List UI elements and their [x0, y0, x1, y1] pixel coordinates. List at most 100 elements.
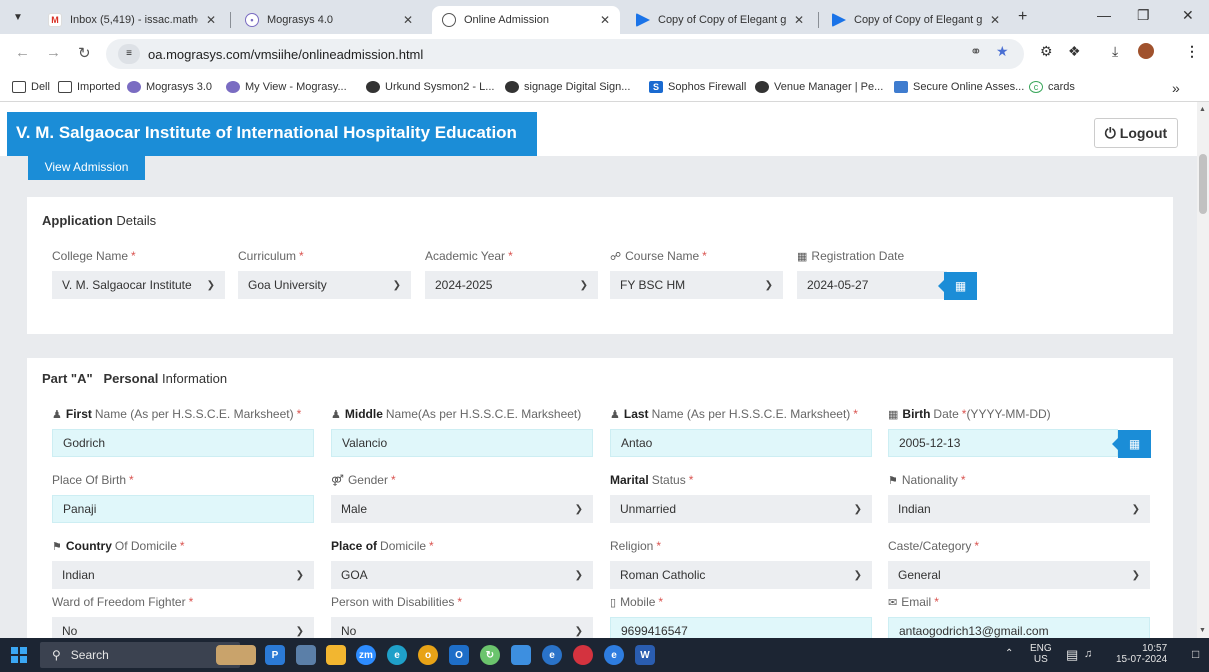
network-icon[interactable]: ▤	[1066, 647, 1078, 663]
zoom-icon[interactable]: zm	[356, 645, 376, 665]
registration-date-input[interactable]: 2024-05-27	[797, 271, 947, 299]
scroll-up-icon[interactable]: ▲	[1199, 106, 1206, 113]
password-key-icon[interactable]: ⚭	[970, 43, 982, 60]
middle-name-input[interactable]: Valancio	[331, 429, 593, 457]
marital-status-select[interactable]: Unmarried ❯	[610, 495, 872, 523]
forward-icon[interactable]: →	[46, 44, 61, 61]
place-of-birth-input[interactable]: Panaji	[52, 495, 314, 523]
gender-select[interactable]: Male ❯	[331, 495, 593, 523]
view-admission-button[interactable]: View Admission	[28, 154, 145, 180]
first-name-input[interactable]: Godrich	[52, 429, 314, 457]
more-bookmarks-icon[interactable]: »	[1172, 80, 1180, 96]
tab-gmail[interactable]: M Inbox (5,419) - issac.mathew ✕	[38, 6, 226, 34]
tab-search-chevron-icon[interactable]: ▼	[8, 8, 28, 28]
profile-avatar-icon[interactable]	[1138, 43, 1154, 59]
people-icon[interactable]	[511, 645, 531, 665]
close-tab-icon[interactable]: ✕	[206, 13, 216, 27]
caste-category-select[interactable]: General ❯	[888, 561, 1150, 589]
marital-status-field: Marital Status * Unmarried ❯	[610, 473, 872, 523]
last-name-input[interactable]: Antao	[610, 429, 872, 457]
file-explorer-icon[interactable]	[326, 645, 346, 665]
notification-icon[interactable]: □	[1192, 647, 1199, 661]
site-info-icon[interactable]: ≡	[118, 44, 140, 64]
language-indicator[interactable]: ENG US	[1030, 643, 1052, 665]
tab-mograsys[interactable]: • Mograsys 4.0 ✕	[235, 6, 423, 34]
college-select[interactable]: V. M. Salgaocar Institute ❯	[52, 271, 225, 299]
back-icon[interactable]: ←	[15, 44, 30, 61]
edge-legacy-icon[interactable]: e	[604, 645, 624, 665]
college-field: College Name * V. M. Salgaocar Institute ❯	[52, 249, 225, 299]
course-select[interactable]: FY BSC HM ❯	[610, 271, 783, 299]
freedom-fighter-select[interactable]: No ❯	[52, 617, 314, 638]
bookmark-my-view[interactable]: My View - Mograsy...	[226, 81, 347, 93]
nationality-select[interactable]: Indian ❯	[888, 495, 1150, 523]
task-view-icon[interactable]	[296, 645, 316, 665]
windows-start-icon[interactable]	[11, 647, 27, 663]
scroll-down-icon[interactable]: ▼	[1199, 627, 1206, 634]
birth-date-input[interactable]: 2005-12-13	[888, 429, 1118, 457]
tab-slides-1[interactable]: Copy of Copy of Elegant gra ✕	[626, 6, 814, 34]
tab-online-admission[interactable]: Online Admission ✕	[432, 6, 620, 34]
new-tab-icon[interactable]: +	[1018, 8, 1027, 26]
minimize-icon[interactable]: —	[1097, 7, 1111, 23]
curriculum-select[interactable]: Goa University ❯	[238, 271, 411, 299]
close-window-icon[interactable]: ✕	[1182, 7, 1194, 24]
academic-year-select[interactable]: 2024-2025 ❯	[425, 271, 598, 299]
logout-button[interactable]: ⏻ Logout	[1094, 118, 1178, 148]
weather-widget-icon[interactable]	[216, 645, 256, 665]
bookmark-venue-manager[interactable]: Venue Manager | Pe...	[755, 81, 883, 93]
email-input[interactable]: antaogodrich13@gmail.com	[888, 617, 1150, 638]
download-icon[interactable]: ⤓	[1112, 43, 1118, 60]
folder-icon	[58, 81, 72, 93]
internet-explorer-icon[interactable]: e	[542, 645, 562, 665]
extension-icon[interactable]: ⚙	[1040, 43, 1053, 60]
place-of-domicile-select[interactable]: GOA ❯	[331, 561, 593, 589]
bookmark-star-icon[interactable]: ★	[996, 43, 1009, 60]
mobile-input[interactable]: 9699416547	[610, 617, 872, 638]
browser-toolbar: ← → ↻ ≡ oa.mograsys.com/vmsiihe/onlinead…	[0, 34, 1209, 74]
religion-select[interactable]: Roman Catholic ❯	[610, 561, 872, 589]
scrollbar-thumb[interactable]	[1199, 154, 1207, 214]
edge-icon[interactable]: e	[387, 645, 407, 665]
volume-icon[interactable]: ♫	[1084, 648, 1092, 660]
bookmark-mograsys3[interactable]: Mograsys 3.0	[127, 81, 212, 93]
power-icon: ⏻	[1104, 125, 1116, 141]
personal-information-panel: Part "A" Personal Information ♟ First Name…	[27, 358, 1173, 638]
close-tab-icon[interactable]: ✕	[403, 13, 413, 27]
bookmark-dell[interactable]: Dell	[12, 81, 50, 93]
page-scrollbar[interactable]: ▲ ▼	[1197, 102, 1209, 638]
address-bar[interactable]: ≡ oa.mograsys.com/vmsiihe/onlineadmissio…	[106, 39, 1024, 69]
restore-icon[interactable]: ❐	[1137, 7, 1150, 24]
tray-overflow-icon[interactable]: ⌃	[1005, 648, 1013, 659]
clock[interactable]: 10:57 15-07-2024	[1116, 643, 1167, 665]
close-tab-icon[interactable]: ✕	[794, 13, 804, 27]
close-tab-icon[interactable]: ✕	[600, 13, 610, 27]
calendar-button[interactable]: ▦	[938, 272, 977, 300]
tab-strip: ▼ M Inbox (5,419) - issac.mathew ✕ • Mog…	[0, 0, 1209, 34]
bookmark-secure-online[interactable]: Secure Online Asses...	[894, 81, 1024, 93]
bookmark-sophos[interactable]: S Sophos Firewall	[649, 81, 746, 93]
taskbar-search[interactable]: ⚲ Search	[40, 642, 240, 668]
bookmark-imported[interactable]: Imported	[58, 81, 120, 93]
extensions-puzzle-icon[interactable]: ❖	[1068, 43, 1081, 60]
country-of-domicile-select[interactable]: Indian ❯	[52, 561, 314, 589]
chrome-canary-icon[interactable]	[573, 645, 593, 665]
bookmark-cards[interactable]: c cards	[1029, 81, 1075, 93]
calendar-button[interactable]: ▦	[1112, 430, 1151, 458]
outlook-icon[interactable]: O	[449, 645, 469, 665]
teams-icon[interactable]: P	[265, 645, 285, 665]
sophos-icon: S	[649, 81, 663, 93]
reload-icon[interactable]: ↻	[78, 44, 91, 62]
sync-icon[interactable]: ↻	[480, 645, 500, 665]
calendar-icon: ▦	[954, 279, 967, 293]
bookmark-signage[interactable]: signage Digital Sign...	[505, 81, 630, 93]
tab-slides-2[interactable]: Copy of Copy of Elegant gra ✕	[822, 6, 1010, 34]
disability-select[interactable]: No ❯	[331, 617, 593, 638]
menu-kebab-icon[interactable]: ⋮	[1185, 43, 1199, 60]
gender-field: ⚤ Gender * Male ❯	[331, 473, 593, 523]
chevron-down-icon: ❯	[579, 279, 588, 291]
chrome-icon[interactable]: o	[418, 645, 438, 665]
word-icon[interactable]: W	[635, 645, 655, 665]
close-tab-icon[interactable]: ✕	[990, 13, 1000, 27]
bookmark-urkund[interactable]: Urkund Sysmon2 - L...	[366, 81, 494, 93]
